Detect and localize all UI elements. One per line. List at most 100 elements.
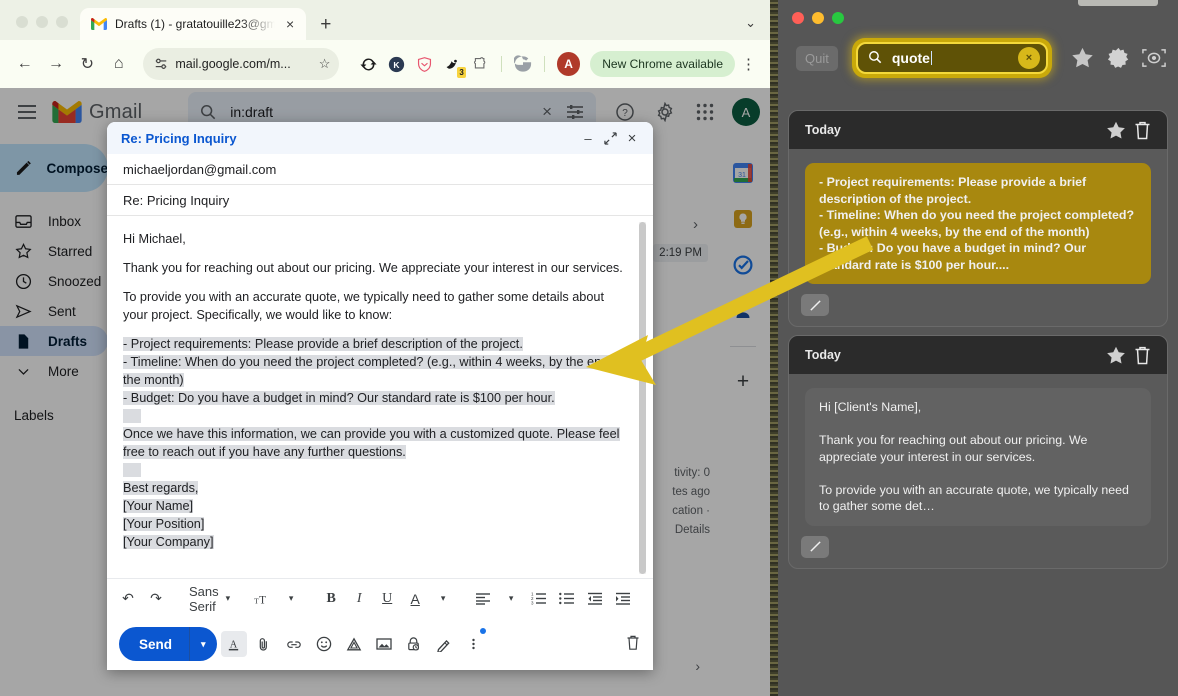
insert-emoji-icon[interactable] xyxy=(311,631,337,657)
star-icon[interactable] xyxy=(1070,46,1094,70)
maximize-window-button[interactable] xyxy=(56,16,68,28)
new-tab-button[interactable]: + xyxy=(306,15,345,40)
chevron-down-icon[interactable]: ▾ xyxy=(498,585,524,613)
numbered-list-icon[interactable]: 123 xyxy=(526,585,552,613)
clear-search-icon[interactable]: × xyxy=(542,102,552,122)
compose-button[interactable]: Compose xyxy=(0,144,108,192)
star-icon[interactable] xyxy=(1103,117,1129,143)
tasks-icon[interactable] xyxy=(732,254,754,276)
calendar-icon[interactable]: 31 xyxy=(732,162,754,184)
trash-icon[interactable] xyxy=(1129,117,1155,143)
clipboard-snippet-text[interactable]: - Project requirements: Please provide a… xyxy=(805,163,1151,284)
more-options-icon[interactable] xyxy=(461,628,487,657)
apps-grid-icon[interactable] xyxy=(688,95,722,129)
window-traffic-lights[interactable] xyxy=(10,16,80,40)
undo-icon[interactable]: ↶ xyxy=(115,585,141,613)
home-icon[interactable]: ⌂ xyxy=(104,49,133,79)
redo-icon[interactable]: ↷ xyxy=(143,585,169,613)
attach-file-icon[interactable] xyxy=(251,631,277,657)
compose-to-field[interactable]: michaeljordan@gmail.com xyxy=(107,154,653,185)
forward-icon[interactable]: → xyxy=(41,49,70,79)
gmail-logo[interactable]: Gmail xyxy=(52,101,142,124)
browser-tab-gmail[interactable]: Drafts (1) - gratatouille23@gm × xyxy=(80,8,307,40)
bulleted-list-icon[interactable] xyxy=(554,585,580,613)
sidebar-item-snoozed[interactable]: Snoozed xyxy=(0,266,108,296)
chevron-down-icon[interactable]: ▾ xyxy=(430,585,456,613)
compose-header[interactable]: Re: Pricing Inquiry – × xyxy=(107,122,653,154)
close-window-button[interactable] xyxy=(16,16,28,28)
add-apps-icon[interactable]: + xyxy=(732,370,754,393)
text-size-icon[interactable]: TT xyxy=(250,585,276,613)
edit-icon[interactable] xyxy=(801,535,829,558)
next-page-icon[interactable]: › xyxy=(693,216,698,233)
maximize-window-button[interactable] xyxy=(832,12,844,24)
sync-icon[interactable] xyxy=(355,51,381,77)
clipboard-card[interactable]: Today Hi [Client's Name], Thank you for … xyxy=(788,335,1168,569)
popout-icon[interactable] xyxy=(599,127,621,149)
compose-scrollbar[interactable] xyxy=(639,222,646,574)
k-extension-icon[interactable]: K xyxy=(383,51,409,77)
google-icon[interactable] xyxy=(510,51,535,77)
tune-icon[interactable] xyxy=(154,57,168,71)
send-button[interactable]: Send ▾ xyxy=(119,627,217,661)
footer-details-link[interactable]: Details xyxy=(672,521,710,540)
clipboard-search-input[interactable]: quote × xyxy=(855,42,1048,74)
chevron-down-icon[interactable]: ▾ xyxy=(278,585,304,613)
sidebar-item-inbox[interactable]: Inbox xyxy=(0,206,108,236)
address-bar[interactable]: mail.google.com/m... ☆ xyxy=(143,48,340,80)
align-left-icon[interactable] xyxy=(470,585,496,613)
profile-avatar[interactable]: A xyxy=(556,52,581,76)
browser-menu-icon[interactable]: ⋮ xyxy=(737,57,760,72)
sidebar-item-starred[interactable]: Starred xyxy=(0,236,108,266)
puzzle-extensions-icon[interactable] xyxy=(467,51,493,77)
outdent-icon[interactable] xyxy=(582,585,608,613)
compose-body[interactable]: Hi Michael, Thank you for reaching out a… xyxy=(107,216,653,578)
gmail-account-avatar[interactable]: A xyxy=(732,98,760,126)
quit-button[interactable]: Quit xyxy=(796,45,838,71)
sidebar-item-drafts[interactable]: Drafts xyxy=(0,326,108,356)
compose-subject-field[interactable]: Re: Pricing Inquiry xyxy=(107,185,653,216)
filter-icon[interactable] xyxy=(566,104,584,120)
star-icon[interactable] xyxy=(1103,342,1129,368)
minimize-window-button[interactable] xyxy=(812,12,824,24)
bold-button[interactable]: B xyxy=(318,585,344,613)
discard-draft-icon[interactable] xyxy=(625,634,641,655)
trash-icon[interactable] xyxy=(1129,342,1155,368)
minimize-icon[interactable]: – xyxy=(577,127,599,149)
insert-signature-icon[interactable] xyxy=(431,631,457,657)
chrome-update-button[interactable]: New Chrome available xyxy=(590,51,735,77)
confidential-mode-icon[interactable] xyxy=(401,631,427,657)
minimize-window-button[interactable] xyxy=(36,16,48,28)
clipboard-card-list[interactable]: Today - Project requirements: Please pro… xyxy=(788,110,1168,696)
underline-button[interactable]: U xyxy=(374,585,400,613)
clipboard-snippet-text[interactable]: Hi [Client's Name], Thank you for reachi… xyxy=(805,388,1151,526)
sidebar-item-sent[interactable]: Sent xyxy=(0,296,108,326)
keep-icon[interactable] xyxy=(732,208,754,230)
insert-link-icon[interactable] xyxy=(281,631,307,657)
close-icon[interactable]: × xyxy=(621,127,643,149)
close-window-button[interactable] xyxy=(792,12,804,24)
bird-extension-icon[interactable]: 3 xyxy=(439,51,467,78)
edit-icon[interactable] xyxy=(801,294,829,316)
main-menu-icon[interactable] xyxy=(10,95,44,129)
settings-icon[interactable] xyxy=(648,95,682,129)
font-family-select[interactable]: Sans Serif ▾ xyxy=(183,584,236,614)
text-color-button[interactable]: A xyxy=(402,585,428,613)
sidebar-item-more[interactable]: More xyxy=(0,356,108,386)
shield-extension-icon[interactable] xyxy=(411,51,437,77)
screenshot-icon[interactable] xyxy=(1142,46,1166,70)
expand-icon[interactable]: › xyxy=(695,658,700,674)
insert-photo-icon[interactable] xyxy=(371,631,397,657)
contacts-icon[interactable] xyxy=(732,300,754,322)
italic-button[interactable]: I xyxy=(346,585,372,613)
clear-search-icon[interactable]: × xyxy=(1018,47,1040,69)
clipboard-card[interactable]: Today - Project requirements: Please pro… xyxy=(788,110,1168,327)
insert-drive-icon[interactable] xyxy=(341,631,367,657)
send-options-icon[interactable]: ▾ xyxy=(190,639,217,650)
indent-icon[interactable] xyxy=(610,585,636,613)
gear-icon[interactable] xyxy=(1106,46,1130,70)
reload-icon[interactable]: ↻ xyxy=(73,49,102,79)
more-formatting-icon[interactable]: ▾ xyxy=(650,585,653,613)
bookmark-star-icon[interactable]: ☆ xyxy=(319,56,331,72)
formatting-options-icon[interactable]: A xyxy=(220,631,247,657)
